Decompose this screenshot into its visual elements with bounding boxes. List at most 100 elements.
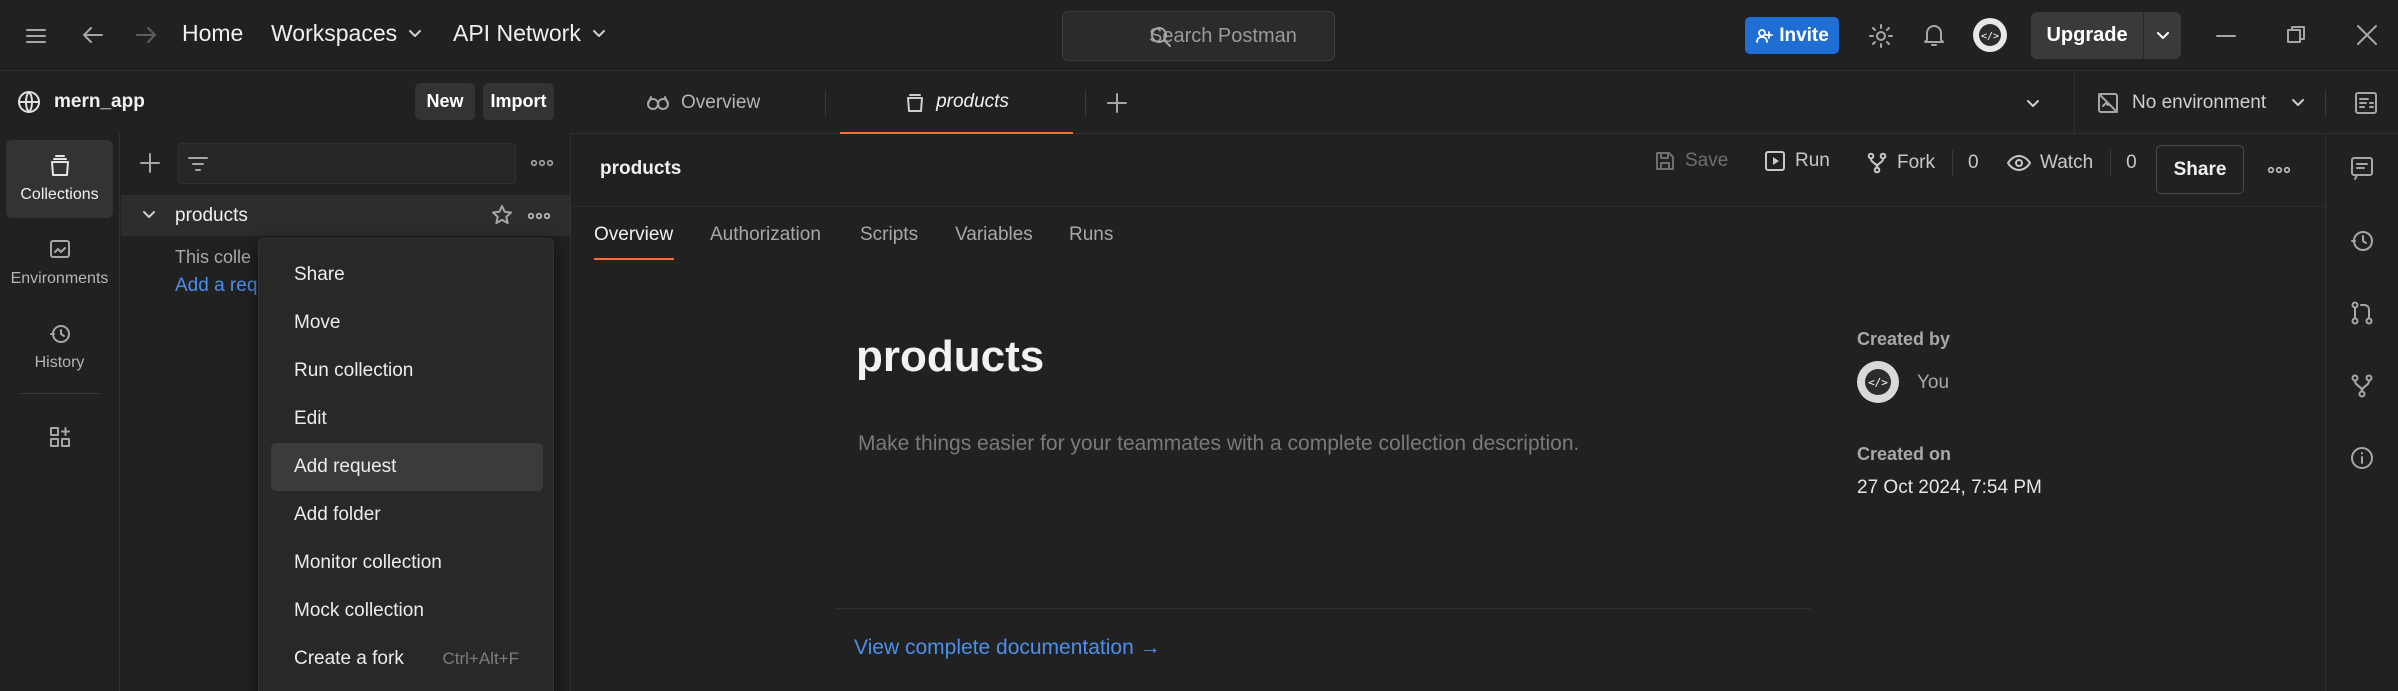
invite-label: Invite [1779, 24, 1829, 46]
menu-item-run-collection[interactable]: Run collection [271, 347, 543, 395]
save-button[interactable]: Save [1654, 150, 1728, 172]
tab-label: Overview [681, 92, 761, 113]
activity-history-icon[interactable] [2349, 228, 2375, 254]
tabs-bar: Overview products No environment [571, 72, 2398, 134]
info-icon[interactable] [2349, 445, 2375, 471]
menu-item-label: Run collection [294, 360, 414, 381]
hamburger-menu-icon[interactable] [24, 26, 48, 46]
menu-item-monitor-collection[interactable]: Monitor collection [271, 539, 543, 587]
more-options-icon[interactable] [530, 159, 554, 167]
invite-button[interactable]: Invite [1745, 17, 1839, 54]
save-icon [1654, 150, 1676, 172]
tabs-overflow-chevron-icon[interactable] [2025, 98, 2041, 110]
menu-item-move[interactable]: Move [271, 299, 543, 347]
right-rail [2325, 135, 2398, 691]
collection-name: products [175, 205, 248, 226]
pull-requests-icon[interactable] [2349, 300, 2375, 326]
more-options-icon[interactable] [2267, 166, 2291, 174]
workspaces-menu[interactable]: Workspaces [271, 20, 423, 47]
workspaces-label: Workspaces [271, 20, 398, 46]
forward-arrow-icon[interactable] [133, 24, 159, 46]
tab-products[interactable]: products [840, 72, 1073, 134]
empty-collection-text: This colle [175, 247, 252, 267]
menu-item-add-request[interactable]: Add request [271, 443, 543, 491]
left-rail: Collections Environments History [0, 133, 120, 691]
subtab-authorization[interactable]: Authorization [710, 224, 821, 246]
keyboard-shortcut: Ctrl+Alt+F [442, 649, 519, 668]
configure-sidebar-icon[interactable] [48, 425, 72, 449]
menu-item-share[interactable]: Share [271, 251, 543, 299]
menu-item-mock-collection[interactable]: Mock collection [271, 587, 543, 635]
subtab-variables[interactable]: Variables [955, 224, 1033, 246]
workspace-name[interactable]: mern_app [54, 91, 145, 113]
add-icon[interactable] [139, 152, 161, 174]
divider [2325, 90, 2326, 116]
new-button[interactable]: New [415, 83, 475, 120]
watch-count: 0 [2126, 152, 2137, 173]
collection-row[interactable]: products [121, 195, 570, 236]
environments-icon [48, 238, 72, 262]
add-request-link[interactable]: Add a req [175, 275, 257, 297]
share-button[interactable]: Share [2156, 145, 2244, 194]
history-icon [48, 322, 72, 346]
divider [2110, 150, 2112, 176]
notifications-bell-icon[interactable] [1922, 22, 1946, 48]
fork-label: Fork [1897, 152, 1935, 173]
filter-input[interactable] [178, 143, 516, 184]
api-network-menu[interactable]: API Network [453, 20, 607, 47]
description-placeholder[interactable]: Make things easier for your teammates wi… [858, 432, 1579, 456]
rail-item-history[interactable]: History [6, 308, 113, 386]
forks-icon[interactable] [2349, 373, 2375, 399]
upgrade-label: Upgrade [2046, 24, 2128, 46]
run-icon [1764, 150, 1786, 172]
home-link[interactable]: Home [182, 20, 243, 47]
rail-item-environments[interactable]: Environments [6, 224, 113, 302]
created-on-label: Created on [1857, 444, 1952, 464]
subtab-runs[interactable]: Runs [1069, 224, 1113, 246]
settings-gear-icon[interactable] [1868, 23, 1894, 49]
subtab-scripts[interactable]: Scripts [860, 224, 918, 246]
chevron-down-icon [407, 28, 423, 40]
search-input[interactable]: Search Postman [1062, 11, 1335, 61]
minimize-icon[interactable] [2216, 34, 2236, 38]
view-documentation-link[interactable]: View complete documentation → [854, 636, 1161, 660]
chevron-down-icon[interactable] [2144, 30, 2181, 42]
environment-selector[interactable]: No environment [2096, 90, 2306, 116]
menu-item-add-folder[interactable]: Add folder [271, 491, 543, 539]
created-by-label: Created by [1857, 329, 1951, 349]
avatar: </> [1856, 360, 1900, 404]
tab-overview[interactable]: Overview [645, 72, 760, 134]
watch-button[interactable]: Watch 0 [2007, 150, 2137, 176]
import-button[interactable]: Import [483, 83, 554, 120]
fork-button[interactable]: Fork 0 [1866, 150, 1979, 176]
star-icon[interactable] [491, 204, 513, 226]
documentation-icon[interactable] [2349, 155, 2375, 181]
tab-label: products [936, 91, 1009, 112]
rail-item-collections[interactable]: Collections [6, 140, 113, 218]
more-options-icon[interactable] [527, 212, 551, 220]
run-button[interactable]: Run [1764, 150, 1830, 172]
divider [825, 90, 826, 116]
save-label: Save [1685, 150, 1729, 171]
collection-title[interactable]: products [856, 332, 1044, 382]
created-by-value: You [1917, 372, 1950, 393]
environment-quick-look-icon[interactable] [2353, 90, 2379, 116]
avatar[interactable]: </> [1972, 17, 2008, 53]
menu-item-edit[interactable]: Edit [271, 395, 543, 443]
rail-label: Environments [10, 270, 109, 287]
divider [1952, 150, 1953, 176]
filter-icon [187, 154, 209, 174]
menu-item-label: Monitor collection [294, 552, 442, 573]
chevron-down-icon[interactable] [141, 209, 157, 221]
menu-item-create-fork[interactable]: Create a fork Ctrl+Alt+F [271, 635, 543, 683]
subtab-overview[interactable]: Overview [594, 224, 673, 246]
watch-label: Watch [2040, 152, 2094, 173]
back-arrow-icon[interactable] [80, 24, 106, 46]
fork-icon [1866, 152, 1888, 174]
new-tab-plus-icon[interactable] [1106, 92, 1128, 114]
menu-item-label: Share [294, 264, 345, 285]
close-icon[interactable] [2356, 24, 2378, 46]
menu-item-label: Create a fork [294, 648, 404, 669]
upgrade-button[interactable]: Upgrade [2031, 12, 2181, 59]
restore-window-icon[interactable] [2286, 25, 2306, 45]
